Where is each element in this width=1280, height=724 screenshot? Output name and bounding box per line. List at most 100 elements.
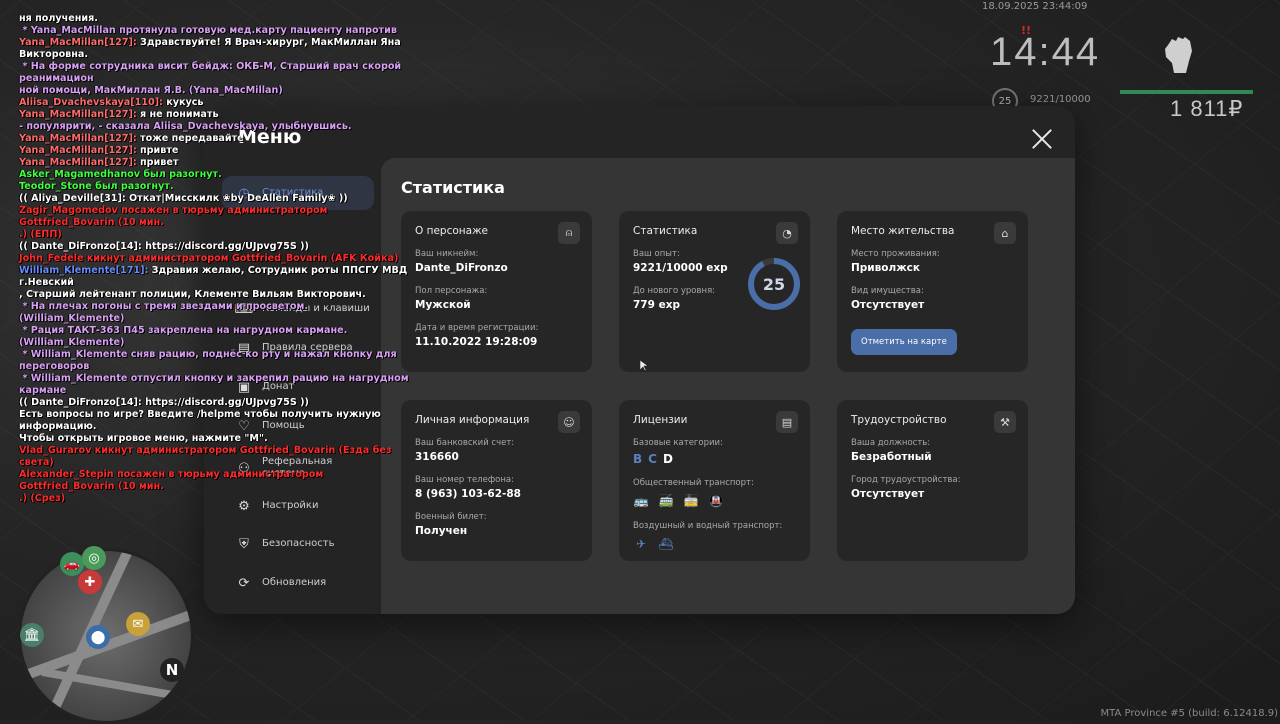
public-transport-icons: 🚌 🚎 🚋 🚇 — [633, 493, 796, 509]
chat-log: ня получения. * Yana_MacMillan протянула… — [19, 13, 409, 505]
card-title: Личная информация — [415, 414, 530, 426]
refresh-check-icon: ⟳ — [238, 575, 250, 591]
air-water-icons: ✈ ⛴ — [633, 536, 796, 552]
chat-line: Yana_MacMillan[127]: тоже передавайте — [19, 133, 409, 145]
chat-author: Yana_MacMillan[127]: — [19, 133, 137, 144]
chat-author: Yana_MacMillan[127]: — [19, 145, 137, 156]
chat-message: привте — [136, 145, 179, 156]
statistics-panel: Статистика О персонаже ⍝ Ваш никнейм: Da… — [381, 158, 1075, 614]
gender-value: Мужской — [415, 299, 471, 311]
car-icon: 🚗 — [60, 552, 84, 576]
hospital-icon: ✚ — [78, 570, 102, 594]
target-icon: ◎ — [82, 546, 106, 570]
nav-security[interactable]: ⛨ Безопасность — [222, 527, 374, 561]
mark-on-map-button[interactable]: Отметить на карте — [851, 329, 957, 355]
trolleybus-icon: 🚎 — [658, 494, 674, 508]
user-circle-icon: ☺ — [558, 411, 580, 433]
hud-clock: 14:44 — [990, 30, 1101, 74]
pie-chart-icon: ◔ — [776, 222, 798, 244]
chat-line: ня получения. — [19, 13, 98, 24]
card-job: Трудоустройство ⚒ Ваша должность: Безраб… — [837, 400, 1028, 561]
chat-line: Alexander_Stepin посажен в тюрьму админи… — [19, 469, 327, 492]
air-water-label: Воздушный и водный транспорт: — [633, 521, 783, 531]
chat-message: тоже передавайте — [136, 133, 244, 144]
document-icon: ▤ — [776, 411, 798, 433]
chat-line: Vlad_Gurarov кикнут администратором Gott… — [19, 445, 395, 468]
chat-line: * William_Klemente отпустил кнопку и зак… — [19, 373, 409, 396]
registration-label: Дата и время регистрации: — [415, 323, 539, 333]
basic-categories-label: Базовые категории: — [633, 438, 723, 448]
chat-line: * Yana_MacMillan протянула готовую мед.к… — [19, 25, 397, 36]
chat-line: * William_Klemente сняв рацию, поднёс ко… — [19, 349, 400, 372]
card-title: Лицензии — [633, 414, 688, 426]
chat-message: кукусь — [162, 97, 204, 108]
metro-icon: 🚇 — [708, 494, 724, 508]
chat-author: William_Klemente[171]: — [19, 265, 149, 276]
gender-label: Пол персонажа: — [415, 286, 488, 296]
chat-line: .) (Срез) — [19, 493, 66, 504]
close-icon[interactable] — [1031, 128, 1053, 150]
bank-account-value: 316660 — [415, 451, 459, 463]
shield-icon: ⛨ — [239, 536, 249, 552]
plane-icon: ✈ — [635, 537, 647, 551]
card-stats: Статистика ◔ Ваш опыт: 9221/10000 exp До… — [619, 211, 810, 372]
nav-updates[interactable]: ⟳ Обновления — [222, 566, 374, 600]
phone-label: Ваш номер телефона: — [415, 475, 514, 485]
residence-label: Место проживания: — [851, 249, 940, 259]
card-title: Место жительства — [851, 225, 955, 237]
category-d: D — [662, 452, 679, 466]
tools-icon: ⚒ — [994, 411, 1016, 433]
police-icon: ⬤ — [86, 625, 110, 649]
chat-line: Aliisa_Dvachevskaya[110]: кукусь — [19, 97, 409, 109]
hud-money: 1 811₽ — [1170, 96, 1244, 121]
chat-message: привет — [136, 157, 179, 168]
bus-icon: 🚌 — [633, 494, 649, 508]
level-number: 25 — [762, 274, 786, 294]
content-title: Статистика — [401, 178, 505, 197]
category-b: B — [633, 452, 649, 466]
chat-line: Asker_Magamedhanov был разогнут. — [19, 169, 222, 180]
public-transport-label: Общественный транспорт: — [633, 478, 754, 488]
fist-icon — [1165, 37, 1192, 73]
chat-line: Zagir_Magomedov посажен в тюрьму админис… — [19, 205, 331, 228]
nav-label: Обновления — [262, 577, 327, 588]
bank-icon: 🏛 — [20, 623, 44, 647]
license-categories: BCD — [633, 452, 796, 466]
house-icon: ⌂ — [994, 222, 1016, 244]
chat-author: Yana_MacMillan[127]: — [19, 109, 137, 120]
chat-author: Yana_MacMillan[127]: — [19, 37, 137, 48]
chat-line: .) (ЕПП) — [19, 229, 62, 240]
chat-line: Yana_MacMillan[127]: привет — [19, 157, 409, 169]
chat-line: (( Aliya_Deville[31]: Откат|Мисскилк ❀by… — [19, 193, 348, 204]
card-residence: Место жительства ⌂ Место проживания: При… — [837, 211, 1028, 372]
chat-line: William_Klemente[171]: Здравия желаю, Со… — [19, 265, 409, 289]
residence-value: Приволжск — [851, 262, 921, 274]
chat-line: John_Fedele кикнут администратором Gottf… — [19, 253, 399, 264]
chat-line: Есть вопросы по игре? Введите /helpme чт… — [19, 409, 385, 432]
military-id-value: Получен — [415, 525, 468, 537]
chat-line: (( Dante_DiFronzo[14]: https://discord.g… — [19, 241, 309, 252]
card-title: Статистика — [633, 225, 698, 237]
hud-exp: 9221/10000 — [1030, 94, 1091, 105]
chat-line: * На плечах погоны с тремя звездами и пр… — [19, 301, 312, 324]
bank-account-label: Ваш банковский счет: — [415, 438, 515, 448]
person-icon: ⍝ — [558, 222, 580, 244]
chat-author: Yana_MacMillan[127]: — [19, 157, 137, 168]
military-id-label: Военный билет: — [415, 512, 487, 522]
mouse-cursor-icon — [640, 360, 648, 372]
chat-line: * На форме сотрудника висит бейдж: ОКБ-М… — [19, 61, 405, 84]
mail-icon: ✉ — [126, 612, 150, 636]
category-c: C — [648, 452, 663, 466]
job-city-label: Город трудоустройства: — [851, 475, 961, 485]
chat-author: Aliisa_Dvachevskaya[110]: — [19, 97, 163, 108]
chat-line: * Рация ТАКТ-363 П45 закреплена на нагру… — [19, 325, 351, 348]
north-indicator: N — [160, 658, 184, 682]
position-label: Ваша должность: — [851, 438, 931, 448]
chat-line: Teodor_Stone был разогнут. — [19, 181, 174, 192]
build-version: MTA Province #5 (build: 6.12418.9) — [1100, 708, 1278, 719]
job-city-value: Отсутствует — [851, 488, 925, 500]
chat-line: - популярити, - сказала Aliisa_Dvachevsk… — [19, 121, 352, 132]
hud-datetime: 18.09.2025 23:44:09 — [982, 1, 1088, 12]
nav-label: Безопасность — [262, 538, 335, 549]
chat-message: я не понимать — [136, 109, 219, 120]
